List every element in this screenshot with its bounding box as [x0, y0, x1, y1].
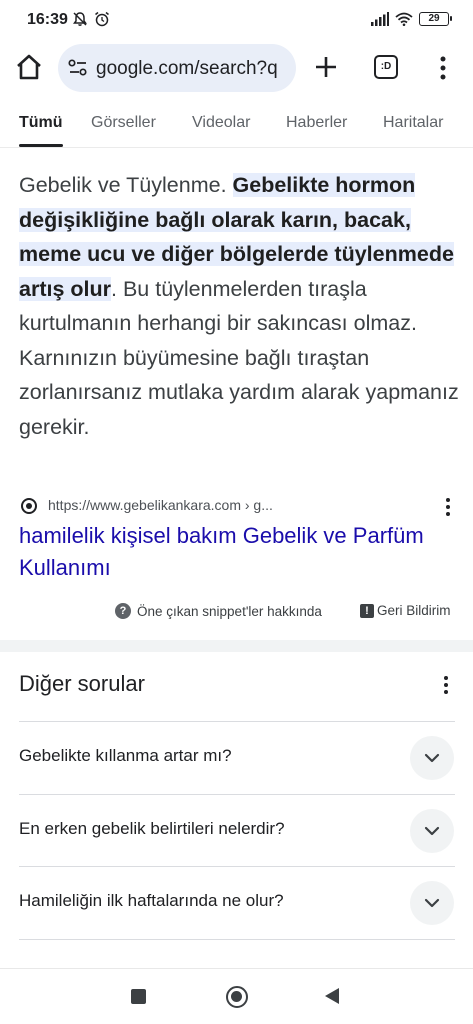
url-text: google.com/search?q	[96, 58, 278, 79]
tab-images[interactable]: Görseller	[91, 114, 156, 132]
active-tab-indicator	[19, 144, 63, 147]
more-vert-icon[interactable]	[436, 54, 450, 82]
home-icon[interactable]	[14, 52, 44, 82]
address-bar[interactable]: google.com/search?q	[58, 44, 296, 92]
featured-snippet-text: Gebelik ve Tüylenme. Gebelikte hormon de…	[19, 168, 459, 444]
browser-toolbar: google.com/search?q :D	[0, 40, 473, 96]
related-question-text: Gebelikte kıllanma artar mı?	[19, 746, 232, 765]
chevron-down-icon[interactable]	[410, 881, 454, 925]
site-settings-icon[interactable]	[68, 59, 88, 77]
related-more-icon[interactable]	[436, 674, 456, 696]
related-question-text: Hamileliğin ilk haftalarında ne olur?	[19, 891, 284, 910]
related-question-item[interactable]: Gebelikte kıllanma artar mı?	[0, 722, 473, 794]
about-snippets-label: Öne çıkan snippet'ler hakkında	[137, 603, 322, 619]
battery-icon: 29	[419, 12, 452, 26]
back-icon[interactable]	[325, 988, 339, 1004]
result-more-icon[interactable]	[438, 496, 458, 518]
system-nav-bar	[0, 968, 473, 1024]
feedback-button[interactable]: ! Geri Bildirim	[360, 603, 451, 618]
search-tabs: Tümü Görseller Videolar Haberler Harital…	[0, 100, 473, 148]
chevron-down-icon[interactable]	[410, 736, 454, 780]
status-bar: 16:39 29	[0, 0, 473, 40]
status-icons-right: 29	[371, 12, 452, 26]
mute-icon	[73, 12, 87, 26]
source-row[interactable]: https://www.gebelikankara.com › g...	[19, 494, 459, 518]
related-question-text: En erken gebelik belirtileri nelerdir?	[19, 819, 285, 838]
tab-videos[interactable]: Videolar	[192, 114, 250, 132]
help-icon: ?	[115, 603, 131, 619]
tab-switcher-icon[interactable]: :D	[374, 55, 398, 79]
related-questions-title: Diğer sorular	[19, 671, 145, 696]
related-question-item[interactable]: Hamileliğin ilk haftalarında ne olur?	[0, 867, 473, 939]
tab-news[interactable]: Haberler	[286, 114, 347, 132]
feedback-icon: !	[360, 603, 374, 618]
wifi-icon	[395, 12, 413, 26]
source-url[interactable]: https://www.gebelikankara.com › g...	[48, 497, 273, 513]
add-icon[interactable]	[312, 53, 340, 81]
section-divider	[0, 640, 473, 652]
related-question-item[interactable]: En erken gebelik belirtileri nelerdir?	[0, 795, 473, 867]
site-favicon-icon	[21, 498, 37, 514]
feedback-label: Geri Bildirim	[377, 603, 451, 618]
tab-all[interactable]: Tümü	[19, 114, 63, 132]
snippet-text-before: Gebelik ve Tüylenme.	[19, 173, 233, 197]
alarm-icon	[95, 11, 109, 27]
chevron-down-icon[interactable]	[410, 809, 454, 853]
signal-icon	[371, 12, 389, 26]
tab-maps[interactable]: Haritalar	[383, 114, 443, 132]
status-icons-left	[72, 11, 110, 27]
snippet-footer: ? Öne çıkan snippet'ler hakkında ! Geri …	[0, 601, 473, 625]
recents-icon[interactable]	[131, 989, 146, 1004]
divider	[19, 939, 455, 940]
about-snippets-link[interactable]: ? Öne çıkan snippet'ler hakkında	[115, 603, 322, 619]
result-title-link[interactable]: hamilelik kişisel bakım Gebelik ve Parfü…	[19, 520, 439, 584]
status-time: 16:39	[27, 11, 68, 28]
home-nav-icon[interactable]	[226, 986, 248, 1008]
